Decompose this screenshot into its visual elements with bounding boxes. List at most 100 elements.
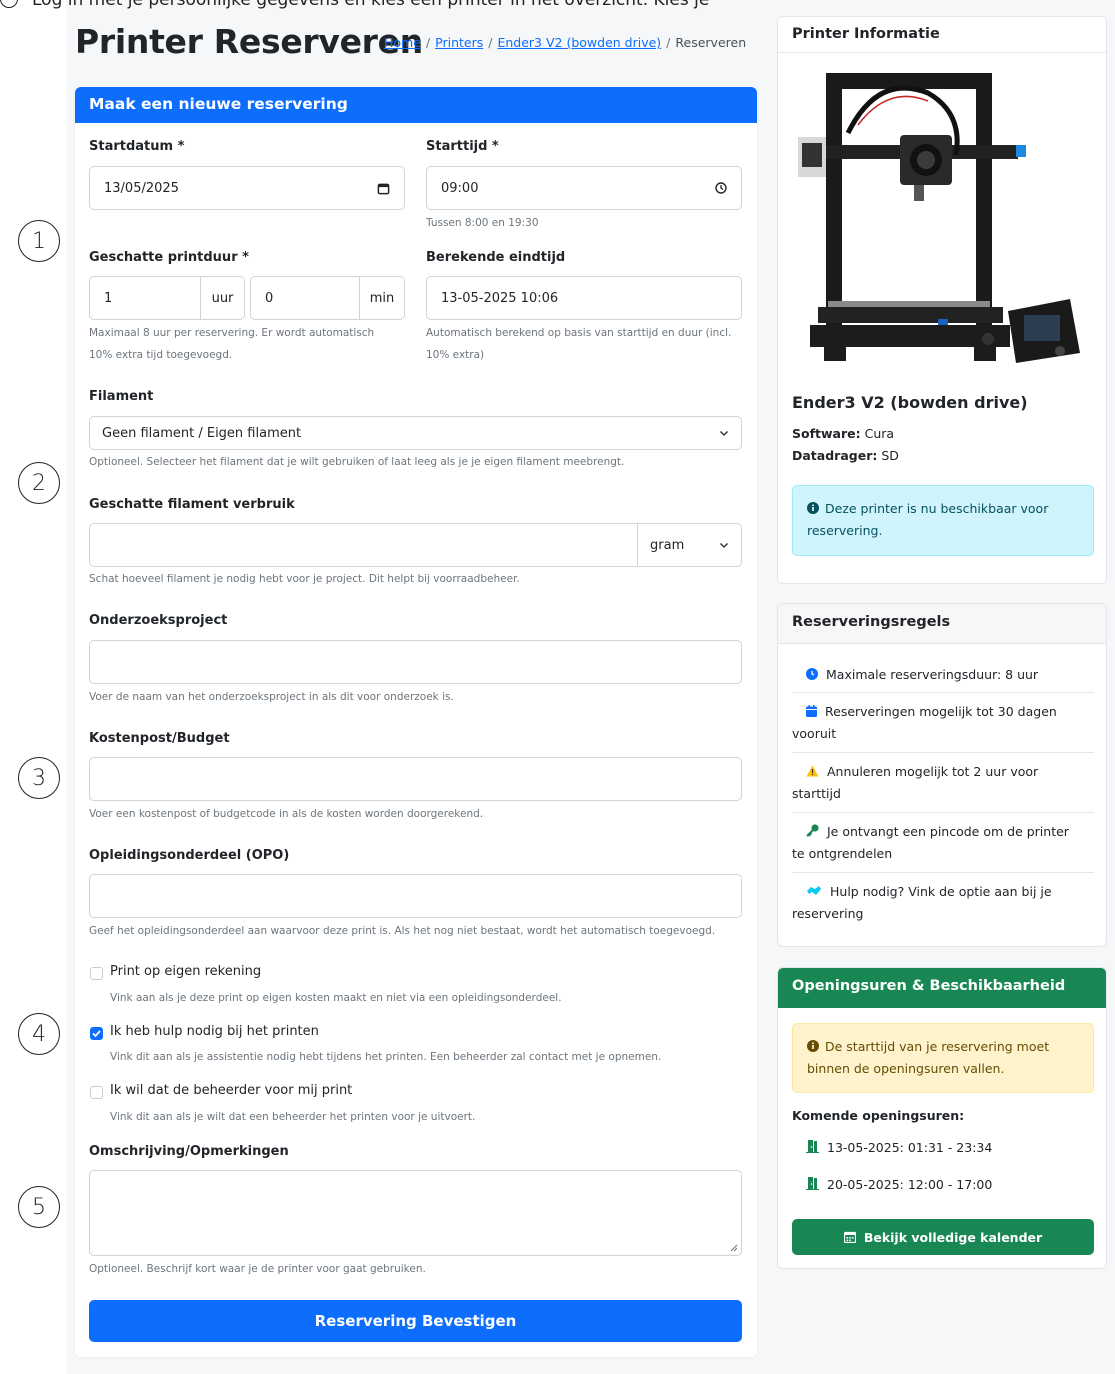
verbruik-hint: Schat hoeveel filament je nodig hebt voo… [89,573,520,585]
filament-hint: Optioneel. Selecteer het filament dat je… [89,456,625,468]
opening-slot: 20-05-2025: 12:00 - 17:00 [806,1177,992,1192]
hulp-nodig-checkbox[interactable] [90,1027,103,1040]
view-calendar-button[interactable]: Bekijk volledige kalender [792,1219,1094,1255]
rule-item-3: Annuleren mogelijk tot 2 uur voor startti… [792,764,1039,801]
kostenpost-input[interactable] [89,757,742,801]
clock-icon [806,668,818,680]
verbruik-unit-select[interactable]: gram [637,523,742,567]
resize-handle-icon[interactable] [730,1244,738,1252]
beheerder-print-label[interactable]: Ik wil dat de beheerder voor mij print [110,1083,352,1098]
hulp-nodig-label[interactable]: Ik heb hulp nodig bij het printen [110,1024,319,1039]
onderzoek-input[interactable] [89,640,742,684]
step-marker-1: 1 [18,220,60,262]
calendar-icon [806,705,817,717]
minutes-unit: min [359,276,405,320]
verbruik-label: Geschatte filament verbruik [89,497,295,512]
rule-item-1: Maximale reserveringsduur: 8 uur [792,664,1094,686]
reservation-rules-card: Reserveringsregels Maximale reserverings… [777,603,1107,947]
info-icon [807,1040,819,1052]
breadcrumb-printers[interactable]: Printers [435,35,483,50]
rule-divider [792,692,1094,693]
breadcrumb: Home / Printers / Ender3 V2 (bowden drive) / R… [384,35,747,50]
confirm-reservation-button[interactable]: Reservering Bevestigen [89,1300,742,1342]
breadcrumb-printer[interactable]: Ender3 V2 (bowden drive) [497,35,661,50]
chevron-down-icon [719,542,729,549]
startdatum-label: Startdatum * [89,139,185,154]
starttijd-label: Starttijd * [426,139,499,154]
omschrijving-hint: Optioneel. Beschrijf kort waar je de pri… [89,1263,426,1275]
beheerder-print-checkbox[interactable] [90,1086,103,1099]
printduur-hint-2: 10% extra tijd toegevoegd. [89,349,233,361]
printer-datadrager: Datadrager: SD [792,448,899,463]
rule-divider [792,812,1094,813]
warning-icon [806,765,819,777]
hours-unit: uur [200,276,245,320]
opo-hint: Geef het opleidingsonderdeel aan waarvoo… [89,925,716,937]
kostenpost-hint: Voer een kostenpost of budgetcode in als… [89,808,484,820]
handshake-icon [807,886,821,895]
door-open-icon [806,1177,819,1190]
info-icon [807,502,819,514]
opening-hours-card: Openingsuren & Beschikbaarheid De startt… [777,967,1107,1269]
omschrijving-textarea[interactable] [89,1170,742,1256]
filament-select[interactable]: Geen filament / Eigen filament [89,416,742,450]
eigen-rekening-hint: Vink aan als je deze print op eigen kost… [110,992,562,1004]
eindtijd-hint-1: Automatisch berekend op basis van startt… [426,327,732,339]
clock-icon[interactable] [715,182,727,194]
door-open-icon [806,1140,819,1153]
availability-alert: Deze printer is nu beschikbaar voor reser… [792,485,1094,556]
opening-slot: 13-05-2025: 01:31 - 23:34 [806,1140,992,1155]
hours-input[interactable]: 1 [89,276,201,320]
minutes-input[interactable]: 0 [250,276,360,320]
reservation-form-header: Maak een nieuwe reservering [75,87,757,123]
opening-hours-alert: De starttijd van je reservering moet binn… [792,1023,1094,1093]
printer-info-header: Printer Informatie [778,17,1106,53]
printer-image [798,73,1080,363]
step-marker-4: 4 [18,1013,60,1055]
checkmark-icon [92,1030,101,1038]
printer-info-card: Printer Informatie Ender3 V2 (bowden dri… [777,16,1107,584]
rule-item-5: Hulp nodig? Vink de optie aan bij je rese… [792,884,1052,921]
eigen-rekening-checkbox[interactable] [90,967,103,980]
printer-name: Ender3 V2 (bowden drive) [792,393,1028,412]
chevron-down-icon [719,430,729,437]
eigen-rekening-label[interactable]: Print op eigen rekening [110,964,261,979]
rules-header: Reserveringsregels [778,604,1106,644]
page-title: Printer Reserveren [75,22,423,61]
rule-item-2: Reserveringen mogelijk tot 30 dagen vooru… [792,704,1057,741]
rule-divider [792,752,1094,753]
key-icon [806,824,819,837]
omschrijving-label: Omschrijving/Opmerkingen [89,1144,289,1159]
upcoming-hours-label: Komende openingsuren: [792,1108,965,1123]
eindtijd-label: Berekende eindtijd [426,250,566,265]
printer-software: Software: Cura [792,426,895,441]
step-marker-5: 5 [18,1186,60,1228]
calendar-icon [843,1231,856,1243]
breadcrumb-current: Reserveren [675,35,747,50]
filament-label: Filament [89,389,154,404]
opo-input[interactable] [89,874,742,918]
kostenpost-label: Kostenpost/Budget [89,731,230,746]
eindtijd-input: 13-05-2025 10:06 [426,276,742,320]
step-marker-3: 3 [18,757,60,799]
opo-label: Opleidingsonderdeel (OPO) [89,848,290,863]
calendar-icon[interactable] [377,182,390,195]
printduur-label: Geschatte printduur * [89,250,249,265]
rule-divider [792,872,1094,873]
beheerder-print-hint: Vink dit aan als je wilt dat een beheerd… [110,1111,476,1123]
verbruik-input[interactable] [89,523,638,567]
onderzoek-label: Onderzoeksproject [89,613,228,628]
printduur-hint-1: Maximaal 8 uur per reservering. Er wordt… [89,327,375,339]
onderzoek-hint: Voer de naam van het onderzoeksproject i… [89,691,454,703]
hulp-nodig-hint: Vink dit aan als je assistentie nodig he… [110,1051,662,1063]
instruction-marker [0,0,18,8]
starttijd-hint: Tussen 8:00 en 19:30 [426,217,539,229]
eindtijd-hint-2: 10% extra) [426,349,485,361]
rule-item-4: Je ontvangt een pincode om de printer te … [792,824,1069,861]
opening-hours-header: Openingsuren & Beschikbaarheid [778,968,1106,1008]
instruction-text-cutoff: Log in met je persoonlijke gegevens en k… [0,0,800,10]
breadcrumb-home[interactable]: Home [384,35,421,50]
startdatum-input[interactable]: 13/05/2025 [89,166,405,210]
starttijd-input[interactable]: 09:00 [426,166,742,210]
step-marker-2: 2 [18,462,60,504]
